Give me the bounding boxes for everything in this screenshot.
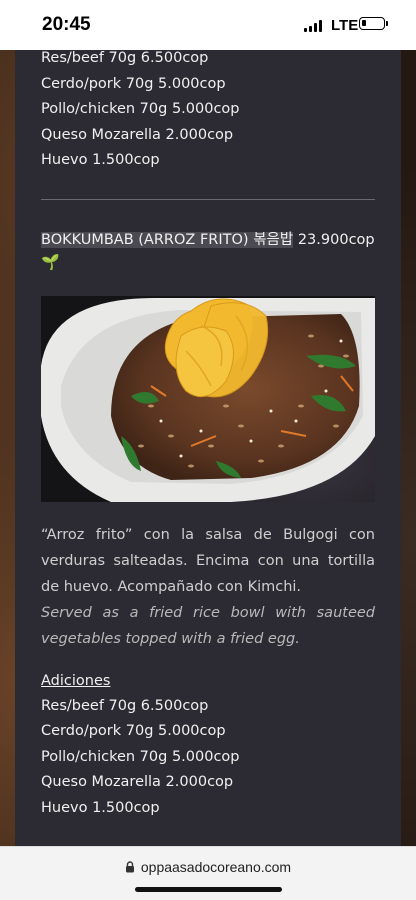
list-item: Pollo/chicken 70g 5.000cop <box>41 748 240 765</box>
list-item: Pollo/chicken 70g 5.000cop <box>41 101 240 117</box>
dish-photo <box>41 295 375 502</box>
status-time: 20:45 <box>42 14 91 35</box>
list-item: Huevo 1.500cop <box>41 799 160 816</box>
dish-price: 23.900cop <box>297 231 375 248</box>
additions-list: Res/beef 70g 6.500cop Cerdo/pork 70g 5.0… <box>41 694 375 822</box>
previous-additions-list: Res/beef 70g 6.500cop Cerdo/pork 70g 5.0… <box>41 46 375 174</box>
list-item: Cerdo/pork 70g 5.000cop <box>41 75 226 92</box>
dish-description-en: Served as a fried rice bowl with sauteed… <box>41 604 375 647</box>
additions-heading: Adiciones <box>41 672 111 689</box>
browser-address-bar[interactable]: oppaasadocoreano.com <box>0 846 416 900</box>
url-text: oppaasadocoreano.com <box>140 859 292 875</box>
lock-icon <box>125 860 135 876</box>
home-indicator[interactable] <box>135 887 282 892</box>
list-item: Queso Mozarella 2.000cop <box>41 126 234 143</box>
menu-content: Res/beef 70g 6.500cop Cerdo/pork 70g 5.0… <box>41 50 375 848</box>
menu-panel[interactable]: Res/beef 70g 6.500cop Cerdo/pork 70g 5.0… <box>15 50 401 848</box>
cellular-signal-icon <box>304 20 326 32</box>
divider <box>41 198 375 200</box>
battery-icon <box>359 17 388 30</box>
dish-name: BOKKUMBAB (ARROZ FRITO) 볶음밥 <box>41 231 294 248</box>
sprout-icon: 🌱 <box>41 252 60 271</box>
list-item: Res/beef 70g 6.500cop <box>41 697 209 714</box>
dish-description-es: “Arroz frito” con la salsa de Bulgogi co… <box>41 526 375 595</box>
status-bar: 20:45 LTE <box>0 0 416 50</box>
url-display[interactable]: oppaasadocoreano.com <box>0 859 416 876</box>
list-item: Huevo 1.500cop <box>41 152 160 168</box>
list-item: Cerdo/pork 70g 5.000cop <box>41 723 226 739</box>
list-item: Queso Mozarella 2.000cop <box>41 774 234 790</box>
dish-title: BOKKUMBAB (ARROZ FRITO) 볶음밥 23.900cop 🌱 <box>41 229 375 274</box>
network-type: LTE <box>331 17 359 34</box>
